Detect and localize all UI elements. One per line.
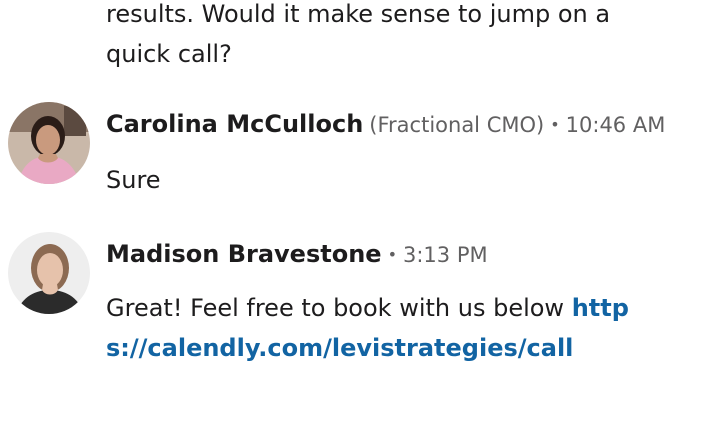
message-header: Carolina McCulloch (Fractional CMO) • 10:46… bbox=[106, 106, 665, 145]
author-title: (Fractional CMO) bbox=[369, 113, 545, 137]
author-name[interactable]: Madison Bravestone bbox=[106, 240, 382, 268]
author-name[interactable]: Carolina McCulloch bbox=[106, 110, 363, 138]
message-header: Madison Bravestone • 3:13 PM bbox=[106, 236, 488, 275]
previous-message-text: results. Would it make sense to jump on … bbox=[106, 0, 611, 68]
avatar-carolina[interactable] bbox=[8, 102, 90, 184]
avatar-madison[interactable] bbox=[8, 232, 90, 314]
message-text: Great! Feel free to book with us below h… bbox=[106, 288, 646, 368]
avatar-photo-icon bbox=[8, 232, 90, 314]
separator-dot: • bbox=[550, 115, 560, 134]
message-thread: results. Would it make sense to jump on … bbox=[0, 0, 716, 424]
avatar-photo-icon bbox=[8, 102, 90, 184]
separator-dot: • bbox=[387, 245, 397, 264]
message-timestamp[interactable]: 3:13 PM bbox=[403, 243, 488, 267]
message-text-part: Great! Feel free to book with us below bbox=[106, 294, 572, 322]
message-timestamp[interactable]: 10:46 AM bbox=[566, 113, 666, 137]
message-text: Sure bbox=[106, 166, 161, 194]
